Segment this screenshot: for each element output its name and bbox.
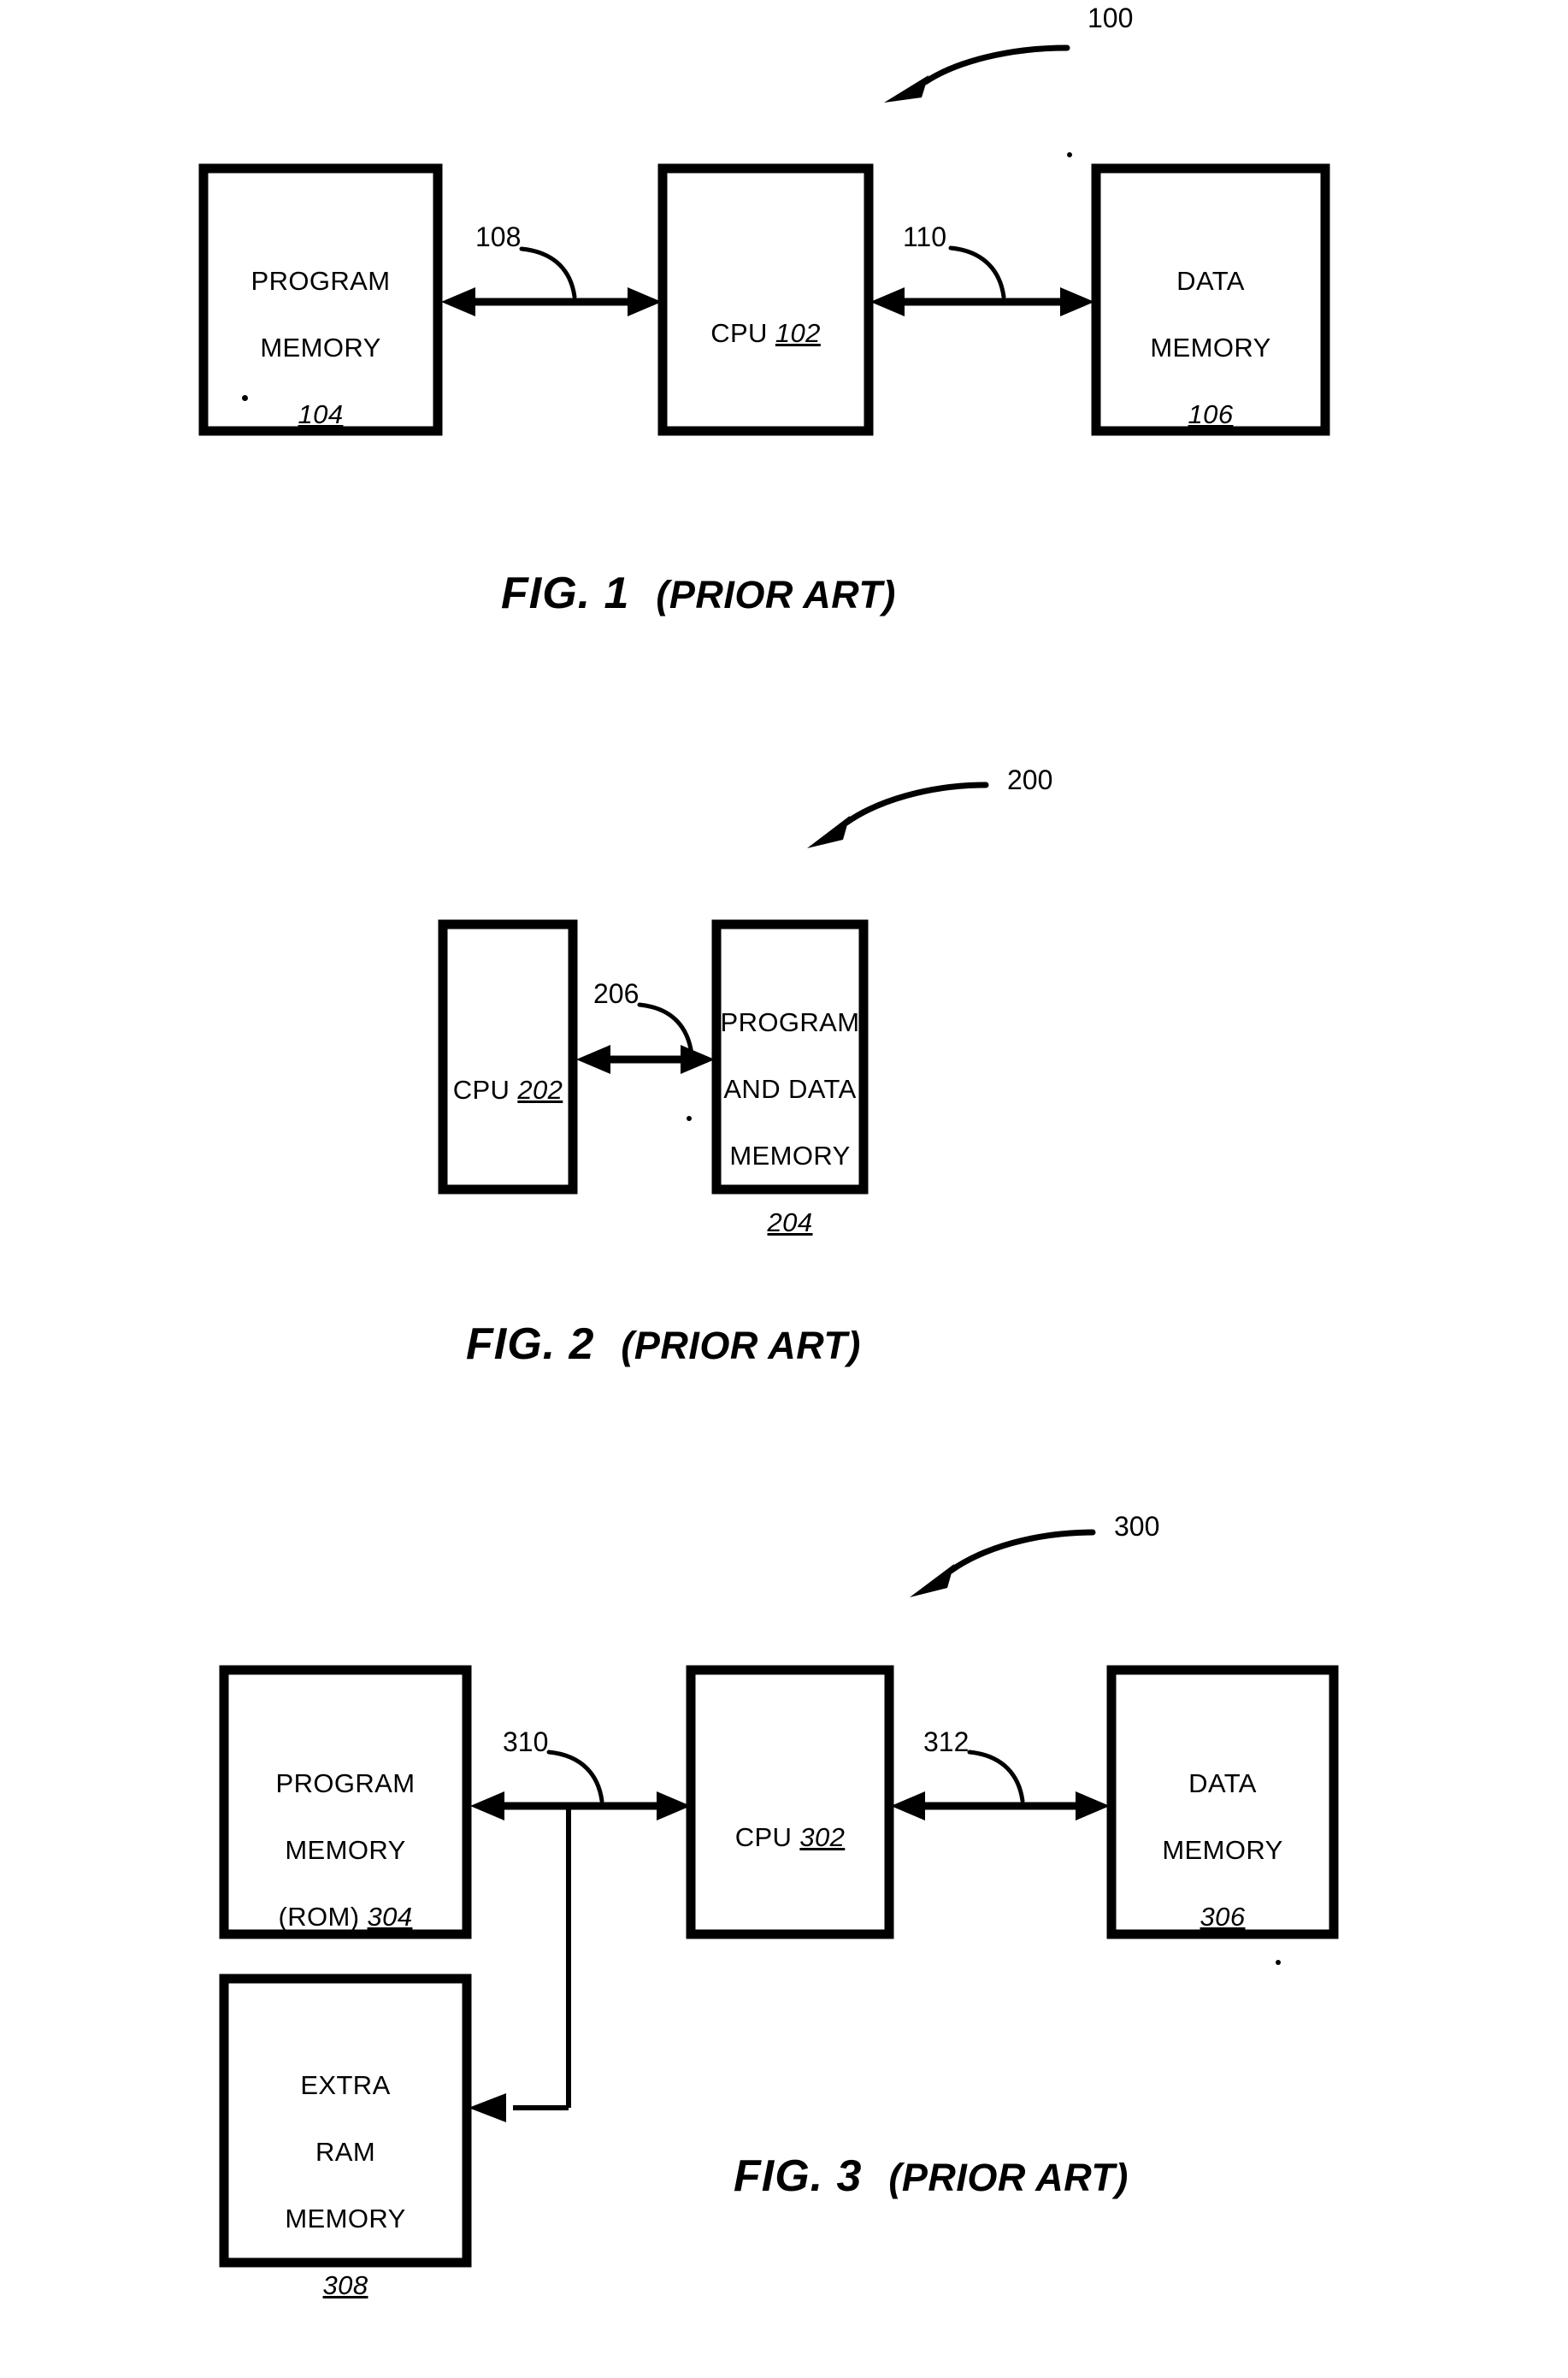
lead-number-312: 312 [923, 1726, 970, 1757]
scan-speck [1276, 1960, 1281, 1965]
branch-line-to-extra-ram [469, 1806, 571, 2122]
lead-line-200 [807, 782, 989, 848]
bus-108-arrow [441, 287, 662, 316]
block-data-memory-306 [1106, 1665, 1339, 1939]
caption-prior-art: (PRIOR ART) [621, 1324, 861, 1367]
lead-number-110: 110 [903, 221, 947, 252]
block-cpu-302 [686, 1665, 894, 1939]
lead-line-300 [910, 1529, 1096, 1597]
figure-1-group [198, 44, 1330, 436]
lead-hook-312 [967, 1750, 1025, 1803]
bus-110-arrow [870, 287, 1094, 316]
caption-main: FIG. 1 [501, 569, 630, 618]
block-cpu-102 [657, 163, 874, 436]
lead-number-300: 300 [1114, 1511, 1160, 1542]
block-program-memory-rom-304 [219, 1665, 472, 1939]
patent-drawing-sheet: 100 PROGRAM MEMORY 104 CPU 102 DATA MEMO… [0, 0, 1568, 2378]
block-cpu-202 [438, 919, 578, 1195]
scan-speck [1067, 152, 1072, 157]
figure-2-group [438, 782, 989, 1195]
figure-vector-layer [198, 44, 1339, 2268]
lead-number-100: 100 [1088, 3, 1134, 33]
caption-prior-art: (PRIOR ART) [656, 573, 896, 617]
lead-hook-110 [948, 245, 1006, 299]
bus-206-arrow [576, 1045, 715, 1074]
block-extra-ram-memory-308 [219, 1974, 472, 2268]
lead-number-310: 310 [503, 1726, 549, 1757]
lead-hook-108 [519, 246, 577, 299]
figure-1-caption: FIG. 1 (PRIOR ART) [501, 569, 896, 620]
caption-prior-art: (PRIOR ART) [888, 2156, 1129, 2199]
bus-312-arrow [891, 1791, 1110, 1820]
lead-hook-310 [546, 1750, 604, 1803]
lead-number-108: 108 [475, 221, 522, 252]
block-program-memory-104 [198, 163, 443, 436]
lead-number-206: 206 [593, 978, 640, 1009]
caption-main: FIG. 2 [466, 1319, 595, 1369]
scan-speck [687, 1116, 692, 1121]
lead-number-200: 200 [1007, 764, 1053, 795]
block-program-and-data-memory-204 [711, 919, 869, 1195]
block-data-memory-106 [1091, 163, 1330, 436]
caption-main: FIG. 3 [734, 2151, 863, 2201]
bus-310-arrow [470, 1791, 691, 1820]
scan-speck [242, 395, 248, 401]
figure-3-caption: FIG. 3 (PRIOR ART) [734, 2151, 1129, 2203]
figure-2-caption: FIG. 2 (PRIOR ART) [466, 1319, 861, 1371]
lead-line-100 [884, 44, 1070, 103]
